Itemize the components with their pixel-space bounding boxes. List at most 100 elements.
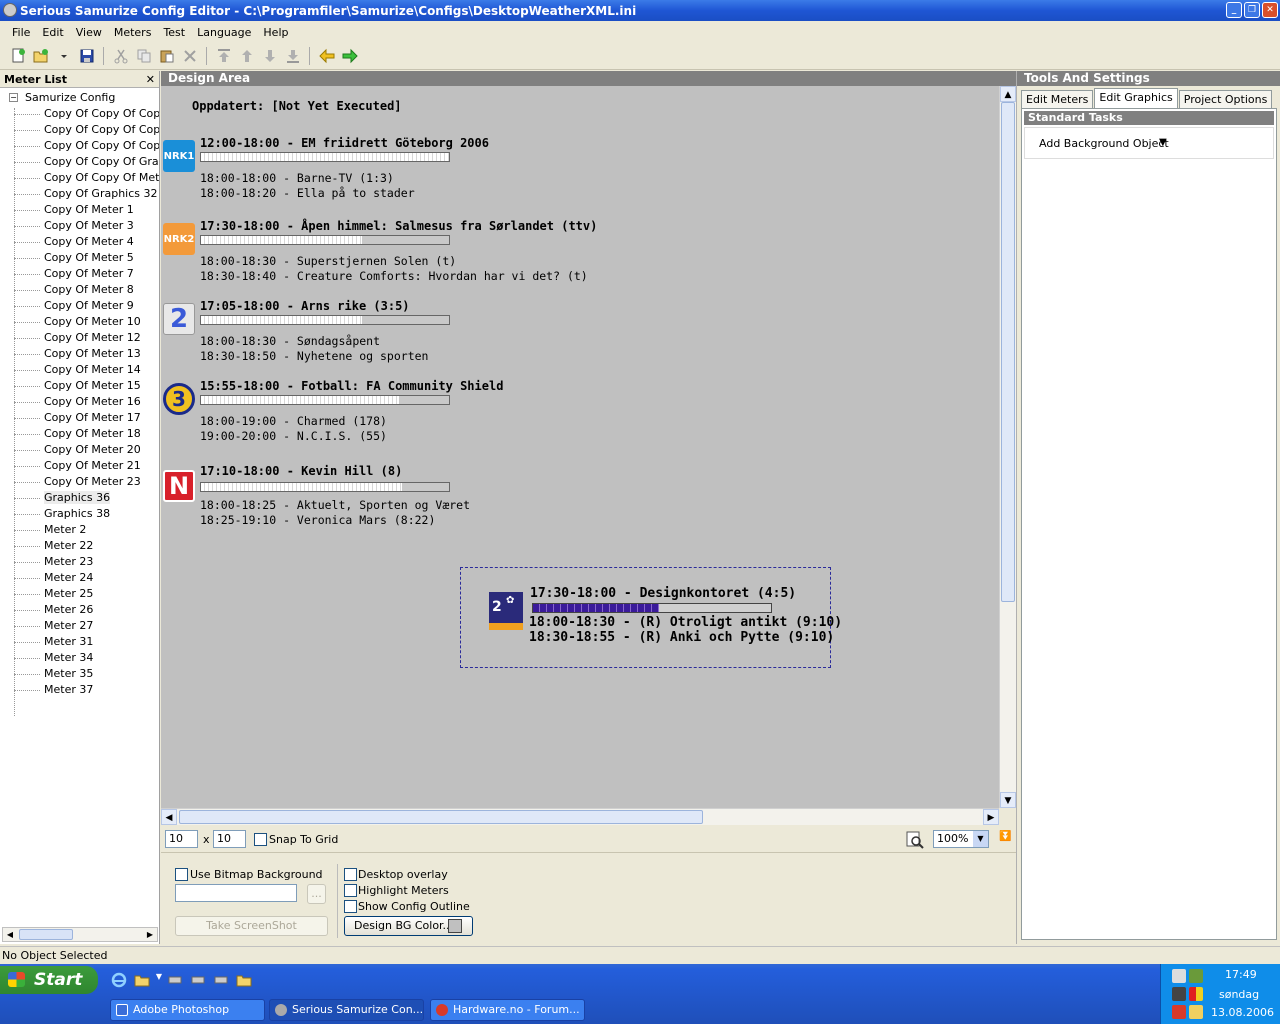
taskbar-item-photoshop[interactable]: Adobe Photoshop [110, 999, 265, 1021]
show-config-outline-checkbox[interactable] [344, 900, 357, 913]
design-vertical-scrollbar[interactable]: ▲ ▼ [999, 86, 1016, 808]
tree-item[interactable]: Copy Of Meter 15 [0, 378, 159, 394]
tree-item[interactable]: Meter 34 [0, 650, 159, 666]
restore-button[interactable]: ❐ [1244, 2, 1260, 18]
start-button[interactable]: Start [0, 966, 98, 994]
tree-item[interactable]: Copy Of Meter 23 [0, 474, 159, 490]
desktop-overlay-checkbox[interactable] [344, 868, 357, 881]
network-icon[interactable] [1189, 969, 1203, 983]
antivirus-icon[interactable] [1172, 1005, 1186, 1019]
menu-language[interactable]: Language [191, 26, 257, 39]
tree-item[interactable]: Graphics 36 [0, 490, 159, 506]
tree-item[interactable]: Copy Of Meter 14 [0, 362, 159, 378]
tree-item[interactable]: Copy Of Meter 9 [0, 298, 159, 314]
meter-list-horizontal-scrollbar[interactable]: ◀ ▶ [2, 927, 158, 942]
tree-item[interactable]: Meter 23 [0, 554, 159, 570]
taskbar-item-hardware-forum[interactable]: Hardware.no - Forum... [430, 999, 585, 1021]
scroll-thumb[interactable] [179, 810, 703, 824]
tree-item[interactable]: Meter 22 [0, 538, 159, 554]
tree-item[interactable]: Copy Of Graphics 32 [0, 186, 159, 202]
clock-time[interactable]: 17:49 [1225, 968, 1257, 981]
new-file-icon[interactable] [8, 47, 27, 66]
selected-meter-group[interactable]: 2 ✿ 17:30-18:00 - Designkontoret (4:5) 1… [460, 567, 842, 668]
zoom-select[interactable]: 100% ▼ [933, 830, 989, 848]
tab-edit-meters[interactable]: Edit Meters [1021, 90, 1094, 109]
close-icon[interactable]: ✕ [146, 71, 155, 88]
tree-item[interactable]: Meter 31 [0, 634, 159, 650]
printer-icon[interactable] [1172, 969, 1186, 983]
copy-icon[interactable] [134, 47, 153, 66]
expand-icon[interactable]: ⏬ [999, 831, 1011, 842]
channel-meter[interactable]: 3 15:55-18:00 - Fotball: FA Community Shi… [161, 379, 999, 459]
move-bottom-icon[interactable] [283, 47, 302, 66]
tray-app-icon[interactable] [1189, 987, 1203, 1001]
dropdown-arrow-icon[interactable] [54, 47, 73, 66]
channel-meter[interactable]: NRK2 17:30-18:00 - Åpen himmel: Salmesus … [161, 219, 999, 299]
channel-meter[interactable]: N 17:10-18:00 - Kevin Hill (8) 18:00-18:25… [161, 464, 999, 544]
tree-item[interactable]: Copy Of Copy Of Meter [0, 170, 159, 186]
network-drive-icon[interactable] [166, 972, 184, 988]
menu-edit[interactable]: Edit [36, 26, 69, 39]
tree-item[interactable]: Meter 24 [0, 570, 159, 586]
add-background-object-link[interactable]: Add Background Object [1039, 137, 1169, 150]
tree-item[interactable]: Meter 37 [0, 682, 159, 698]
scroll-left-icon[interactable]: ◀ [161, 809, 177, 825]
delete-icon[interactable] [180, 47, 199, 66]
tray-app-icon[interactable] [1172, 987, 1186, 1001]
tree-item[interactable]: Copy Of Meter 18 [0, 426, 159, 442]
tree-item[interactable]: Copy Of Copy Of Copy [0, 106, 159, 122]
scroll-left-icon[interactable]: ◀ [3, 928, 17, 941]
clock-date[interactable]: 13.08.2006 [1211, 1006, 1274, 1019]
channel-meter[interactable]: 2 17:05-18:00 - Arns rike (3:5) 18:00-18:3… [161, 299, 999, 379]
move-down-icon[interactable] [260, 47, 279, 66]
zoom-icon[interactable] [906, 831, 924, 849]
grid-height-input[interactable]: 10 [213, 830, 246, 848]
tree-item[interactable]: Meter 2 [0, 522, 159, 538]
tree-item[interactable]: Copy Of Meter 7 [0, 266, 159, 282]
tree-item[interactable]: Graphics 38 [0, 506, 159, 522]
clock-day[interactable]: søndag [1219, 988, 1259, 1001]
network-drive-icon[interactable] [212, 972, 230, 988]
menu-test[interactable]: Test [157, 26, 191, 39]
browse-button[interactable]: ... [307, 884, 326, 904]
close-button[interactable]: ✕ [1262, 2, 1278, 18]
arrow-right-icon[interactable] [340, 47, 359, 66]
tree-item[interactable]: Copy Of Meter 13 [0, 346, 159, 362]
collapse-icon[interactable]: − [9, 93, 18, 102]
tree-item[interactable]: Copy Of Meter 3 [0, 218, 159, 234]
take-screenshot-button[interactable]: Take ScreenShot [175, 916, 328, 936]
taskbar-item-samurize[interactable]: Serious Samurize Con... [269, 999, 424, 1021]
tree-item[interactable]: Copy Of Meter 21 [0, 458, 159, 474]
tree-item[interactable]: Meter 35 [0, 666, 159, 682]
tree-item[interactable]: Copy Of Copy Of Graph [0, 154, 159, 170]
tab-edit-graphics[interactable]: Edit Graphics [1094, 88, 1178, 109]
tree-item[interactable]: Copy Of Meter 12 [0, 330, 159, 346]
tree-item[interactable]: Copy Of Meter 17 [0, 410, 159, 426]
dropdown-arrow-icon[interactable]: ▼ [1159, 137, 1167, 148]
menu-view[interactable]: View [70, 26, 108, 39]
move-up-icon[interactable] [237, 47, 256, 66]
tree-item[interactable]: Copy Of Meter 10 [0, 314, 159, 330]
ie-icon[interactable] [110, 972, 128, 988]
network-drive-icon[interactable] [189, 972, 207, 988]
tab-project-options[interactable]: Project Options [1178, 90, 1273, 109]
design-canvas[interactable]: Oppdatert: [Not Yet Executed] NRK1 12:00-… [161, 86, 999, 808]
tree-item[interactable]: Meter 26 [0, 602, 159, 618]
arrow-left-icon[interactable] [317, 47, 336, 66]
scroll-thumb[interactable] [1001, 102, 1015, 602]
move-top-icon[interactable] [214, 47, 233, 66]
tree-item[interactable]: Copy Of Copy Of Copy [0, 138, 159, 154]
highlight-meters-checkbox[interactable] [344, 884, 357, 897]
channel-meter[interactable]: NRK1 12:00-18:00 - EM friidrett Göteborg … [161, 136, 999, 216]
updated-label[interactable]: Oppdatert: [Not Yet Executed] [192, 99, 402, 113]
mail-icon[interactable] [1189, 1005, 1203, 1019]
open-folder-icon[interactable] [31, 47, 50, 66]
tree-item[interactable]: Copy Of Meter 1 [0, 202, 159, 218]
app-icon[interactable] [3, 3, 17, 17]
menu-help[interactable]: Help [257, 26, 294, 39]
chevron-down-icon[interactable]: ▼ [973, 831, 988, 847]
tree-item[interactable]: Copy Of Meter 8 [0, 282, 159, 298]
snap-to-grid-checkbox[interactable] [254, 833, 267, 846]
menu-file[interactable]: File [6, 26, 36, 39]
use-bitmap-checkbox[interactable] [175, 868, 188, 881]
